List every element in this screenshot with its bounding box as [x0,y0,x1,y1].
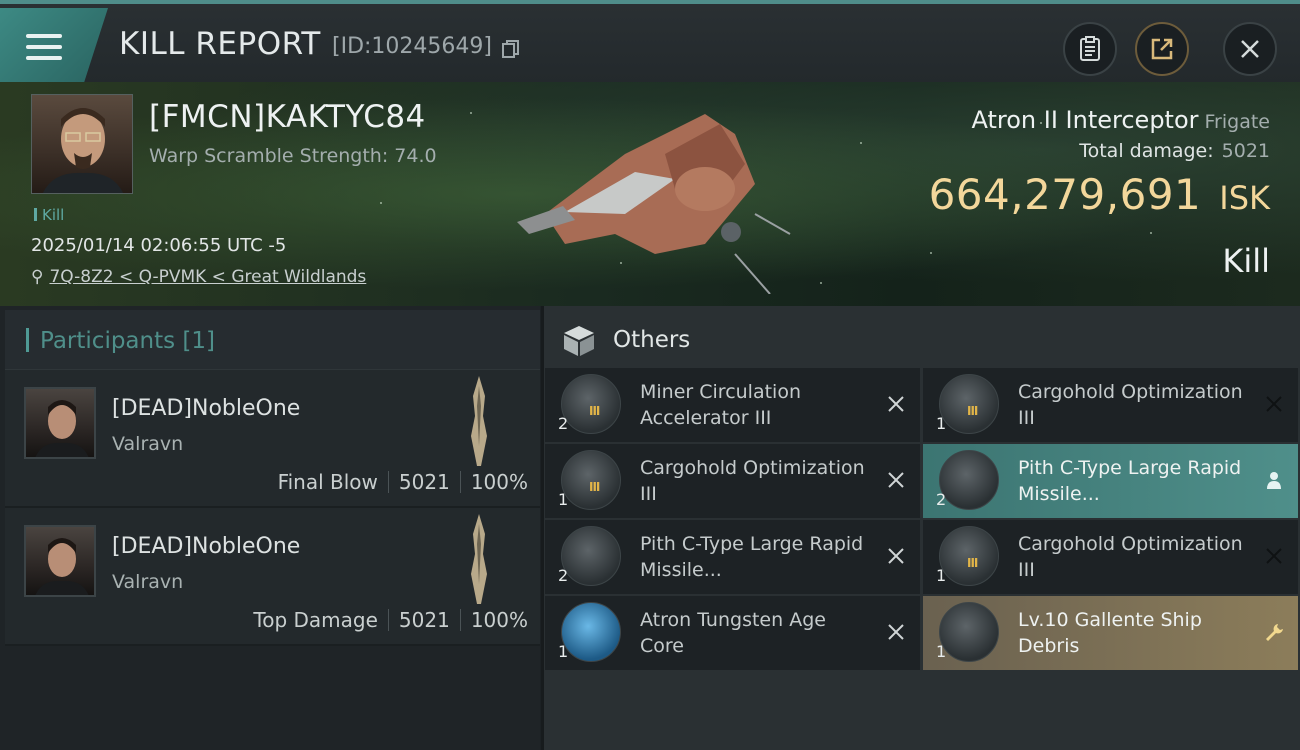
ship-name: Atron II Interceptor [971,106,1199,134]
item-name: Miner Circulation Accelerator III [640,381,801,429]
tier-badge: III [589,480,600,494]
item-quantity: 2 [558,414,569,433]
item-name: Cargohold Optimization III [1018,381,1243,429]
kill-tag: Kill [34,206,64,224]
isk-value: 664,279,691 ISK [929,170,1270,219]
item-quantity: 1 [936,642,947,661]
participant-row[interactable]: [DEAD]NobleOne Valravn Final Blow 5021 100… [5,370,540,508]
title-bar: KILL REPORT [ID:10245649] [0,0,1300,82]
ship-class: Frigate [1204,111,1270,133]
item-quantity: 2 [558,566,569,585]
item-slot[interactable]: 2 Pith C-Type Large Rapid Missile... [545,520,920,594]
participant-name[interactable]: [DEAD]NobleOne [112,396,300,421]
participant-ship: Valravn [112,433,184,455]
warp-scramble-strength: Warp Scramble Strength: 74.0 [149,145,437,167]
participant-name[interactable]: [DEAD]NobleOne [112,534,300,559]
item-slot[interactable]: 2 Pith C-Type Large Rapid Missile... [923,444,1298,518]
total-damage-value: 5021 [1221,140,1270,162]
debris-icon [939,602,999,662]
participant-percent: 100% [470,608,528,632]
participant-role: Final Blow [277,470,378,494]
launcher-icon [561,526,621,586]
avatar [24,387,96,459]
destroyed-icon [888,624,904,640]
victim-portrait[interactable] [31,94,133,194]
total-damage-label: Total damage: [1079,140,1214,162]
launcher-icon [939,450,999,510]
item-slot[interactable]: III 1 Cargohold Optimization III [545,444,920,518]
ship-silhouette-icon [471,514,487,604]
participants-header: Participants [1] [5,310,540,370]
participant-damage: 5021 [398,470,450,494]
wrench-icon [1266,624,1283,641]
victim-banner: [FMCN]KAKTYC84 Warp Scramble Strength: 7… [0,82,1300,306]
victim-name[interactable]: [FMCN]KAKTYC84 [149,99,426,135]
participant-stats: Top Damage 5021 100% [253,608,528,632]
clipboard-button[interactable] [1063,22,1117,76]
item-name: Pith C-Type Large Rapid Missile... [1018,457,1242,505]
kill-location[interactable]: ⚲ 7Q-8Z2 < Q-PVMK < Great Wildlands [31,267,366,287]
participant-role: Top Damage [253,608,378,632]
item-quantity: 2 [936,490,947,509]
box-icon [564,326,594,356]
isk-amount: 664,279,691 [928,170,1202,219]
tier-badge: III [589,404,600,418]
item-quantity: 1 [936,566,947,585]
item-name: Cargohold Optimization III [1018,533,1243,581]
destroyed-icon [1266,548,1282,564]
others-title: Others [613,327,691,353]
close-icon [1241,40,1259,58]
participant-row[interactable]: [DEAD]NobleOne Valravn Top Damage 5021 100… [5,508,540,646]
total-damage: Total damage: 5021 [1079,140,1270,162]
ship-silhouette-icon [471,376,487,466]
tier-badge: III [967,556,978,570]
report-id: [ID:10245649] [332,34,492,59]
destroyed-icon [1266,396,1282,412]
item-name: Lv.10 Gallente Ship Debris [1018,609,1202,657]
item-slot[interactable]: III 1 Cargohold Optimization III [923,368,1298,442]
copy-icon[interactable] [502,40,520,58]
person-icon [1267,472,1281,489]
core-icon [561,602,621,662]
item-slot[interactable]: 1 Atron Tungsten Age Core [545,596,920,670]
destroyed-icon [888,396,904,412]
item-quantity: 1 [558,642,569,661]
item-name: Cargohold Optimization III [640,457,865,505]
menu-button[interactable] [0,8,108,82]
participant-percent: 100% [470,470,528,494]
item-slot[interactable]: III 1 Cargohold Optimization III [923,520,1298,594]
clipboard-icon [1080,36,1100,61]
participants-title: Participants [1] [40,328,215,354]
avatar [43,108,123,193]
close-button[interactable] [1223,22,1277,76]
location-pin-icon: ⚲ [31,267,44,287]
item-slot[interactable]: 1 Lv.10 Gallente Ship Debris [923,596,1298,670]
share-button[interactable] [1135,22,1189,76]
participant-stats: Final Blow 5021 100% [278,470,528,494]
participant-ship: Valravn [112,571,184,593]
panel-divider [541,306,544,750]
destroyed-icon [888,548,904,564]
item-quantity: 1 [936,414,947,433]
participants-panel: Participants [1] [DEAD]NobleOne Valravn … [0,306,540,750]
item-name: Pith C-Type Large Rapid Missile... [640,533,864,581]
hamburger-menu-icon [26,34,62,60]
destroyed-icon [888,472,904,488]
tier-badge: III [967,404,978,418]
accent-bar [26,328,29,352]
others-panel: Others III 2 Miner Circulation Accelerat… [541,306,1300,750]
isk-unit: ISK [1219,179,1270,217]
item-name: Atron Tungsten Age Core [640,609,826,657]
kill-datetime: 2025/01/14 02:06:55 UTC -5 [31,235,287,256]
participant-damage: 5021 [398,608,450,632]
result-label: Kill [1222,242,1270,280]
share-icon [1151,38,1173,60]
victim-ship[interactable]: Atron II Interceptor Frigate [972,106,1271,134]
location-link[interactable]: 7Q-8Z2 < Q-PVMK < Great Wildlands [49,267,366,287]
avatar [24,525,96,597]
item-quantity: 1 [558,490,569,509]
item-slot[interactable]: III 2 Miner Circulation Accelerator III [545,368,920,442]
page-title: KILL REPORT [119,26,321,62]
ship-image [517,114,791,294]
